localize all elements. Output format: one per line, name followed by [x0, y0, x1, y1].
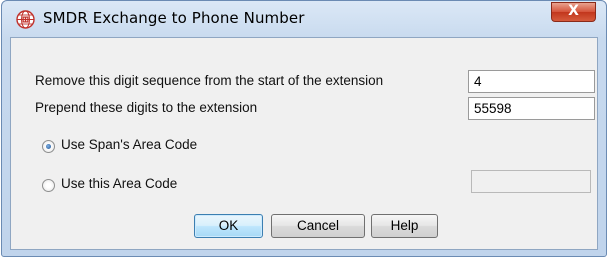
help-button[interactable]: Help — [371, 214, 438, 238]
title-bar[interactable]: SMDR Exchange to Phone Number X — [2, 1, 606, 37]
dialog-title: SMDR Exchange to Phone Number — [43, 9, 305, 27]
remove-digits-field[interactable]: 4 — [468, 70, 595, 93]
cancel-button[interactable]: Cancel — [271, 214, 365, 238]
prepend-digits-label: Prepend these digits to the extension — [35, 100, 258, 115]
close-button[interactable]: X — [551, 2, 596, 22]
close-icon: X — [568, 3, 579, 19]
use-span-area-code-radio[interactable] — [42, 140, 55, 153]
remove-digits-label: Remove this digit sequence from the star… — [35, 73, 384, 88]
area-code-field[interactable] — [471, 170, 591, 193]
dialog-window: SMDR Exchange to Phone Number X Remove t… — [1, 0, 607, 257]
globe-phone-icon — [16, 10, 35, 29]
use-this-area-code-label[interactable]: Use this Area Code — [61, 176, 177, 191]
ok-button[interactable]: OK — [194, 214, 263, 238]
dialog-body: Remove this digit sequence from the star… — [10, 37, 598, 250]
use-span-area-code-label[interactable]: Use Span's Area Code — [61, 137, 197, 152]
prepend-digits-field[interactable]: 55598 — [468, 97, 595, 120]
use-this-area-code-radio[interactable] — [42, 179, 55, 192]
